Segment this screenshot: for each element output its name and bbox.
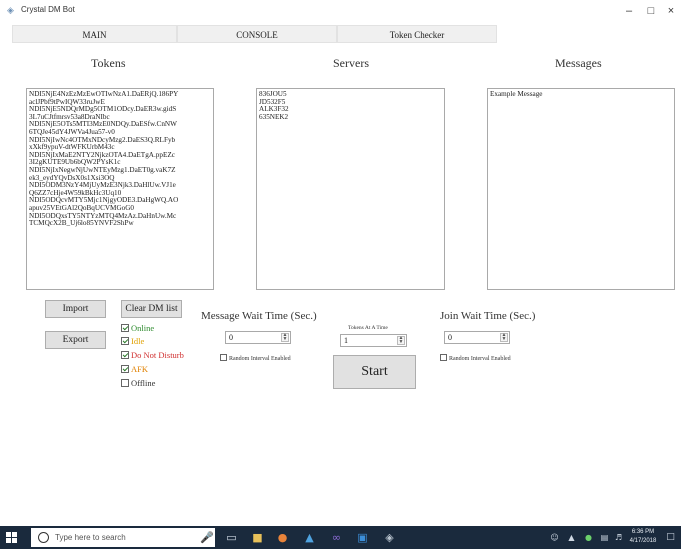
task-view-icon[interactable]: ▭ [225,531,238,544]
join-wait-value: 0 [448,333,452,342]
tokens-at-a-time-input[interactable]: 1 ▲ ▼ [340,334,407,347]
tab-main[interactable]: MAIN [12,25,177,43]
clock-date[interactable]: 4/17/2018 [626,538,660,544]
message-wait-input[interactable]: 0 ▲ ▼ [225,331,291,344]
taskbar-search-placeholder: Type here to search [55,533,126,542]
microphone-icon[interactable]: 🎤 [200,531,214,544]
tab-token-checker[interactable]: Token Checker [337,25,497,43]
taskbar-search-input[interactable]: Type here to search [31,528,215,547]
join-random-interval-label: Random Interval Enabled [449,356,511,362]
status-offline-label: Offline [131,378,156,388]
start-button[interactable]: Start [333,355,416,389]
servers-textbox[interactable]: 836JOU5 JD532F5 ALK3F32 635NEK2 [256,88,445,290]
window-title: Crystal DM Bot [21,5,75,14]
visual-studio-icon[interactable]: ∞ [330,531,343,544]
minimize-button[interactable]: – [621,3,637,19]
status-afk-label: AFK [131,364,149,374]
taskbar: Type here to search 🎤 ▭ ■ ● ▲ ∞ ▣ ◈ ☺ ▲ … [0,526,681,549]
tray-icons[interactable]: ▲ [565,531,578,544]
clear-dm-list-button[interactable]: Clear DM list [121,300,182,318]
file-explorer-icon[interactable]: ■ [251,531,264,544]
app-icon-1[interactable]: ▲ [303,531,316,544]
windows-start-icon[interactable] [6,532,17,543]
spinner-arrows-icon[interactable]: ▲ ▼ [281,333,289,342]
join-random-interval-checkbox[interactable]: Random Interval Enabled [440,354,511,364]
maximize-button[interactable]: □ [643,3,659,19]
people-icon[interactable]: ☺ [548,531,561,544]
status-idle-checkbox[interactable]: Idle [121,336,144,346]
tray-app-icon[interactable]: ● [582,531,595,544]
title-bar: ◈ Crystal DM Bot – □ × [0,0,681,22]
spinner-arrows-icon[interactable]: ▲ ▼ [500,333,508,342]
tokens-at-a-time-label: Tokens At A Time [348,325,388,331]
close-button[interactable]: × [663,3,679,19]
export-button[interactable]: Export [45,331,106,349]
checkbox-box [121,324,129,332]
status-afk-checkbox[interactable]: AFK [121,364,148,374]
notification-icon[interactable]: □ [664,531,677,544]
tokens-heading: Tokens [91,56,126,70]
checkbox-box [121,351,129,359]
volume-icon[interactable]: ♬ [612,531,625,544]
spinner-arrows-icon[interactable]: ▲ ▼ [397,336,405,345]
status-offline-checkbox[interactable]: Offline [121,378,155,388]
app-icon: ◈ [7,5,14,15]
status-idle-label: Idle [131,336,145,346]
tokens-at-a-time-value: 1 [344,336,348,345]
status-dnd-checkbox[interactable]: Do Not Disturb [121,350,184,360]
network-icon[interactable]: ▤ [598,531,611,544]
join-wait-input[interactable]: 0 ▲ ▼ [444,331,510,344]
tokens-textbox[interactable]: NDI5NjE4NzEzMzEwOTIwNzA1.DaERjQ.186PY ac… [26,88,214,290]
status-online-label: Online [131,323,155,333]
checkbox-box [220,354,227,361]
messages-textbox[interactable]: Example Message [487,88,675,290]
checkbox-box [121,337,129,345]
clock-time[interactable]: 6:36 PM [626,529,660,535]
app-icon-2[interactable]: ▣ [356,531,369,544]
tab-console[interactable]: CONSOLE [177,25,337,43]
message-random-interval-checkbox[interactable]: Random Interval Enabled [220,354,291,364]
message-wait-value: 0 [229,333,233,342]
checkbox-box [121,365,129,373]
crystal-dm-bot-taskbar-icon[interactable]: ◈ [383,531,396,544]
firefox-icon[interactable]: ● [276,531,289,544]
join-wait-label: Join Wait Time (Sec.) [440,310,536,322]
message-wait-label: Message Wait Time (Sec.) [201,310,317,322]
status-online-checkbox[interactable]: Online [121,323,154,333]
cortana-icon [38,532,49,543]
servers-heading: Servers [333,56,369,70]
checkbox-box [440,354,447,361]
messages-heading: Messages [555,56,602,70]
import-button[interactable]: Import [45,300,106,318]
checkbox-box [121,379,129,387]
status-dnd-label: Do Not Disturb [131,350,184,360]
tab-bar: MAIN CONSOLE Token Checker [12,25,677,43]
message-random-interval-label: Random Interval Enabled [229,356,291,362]
